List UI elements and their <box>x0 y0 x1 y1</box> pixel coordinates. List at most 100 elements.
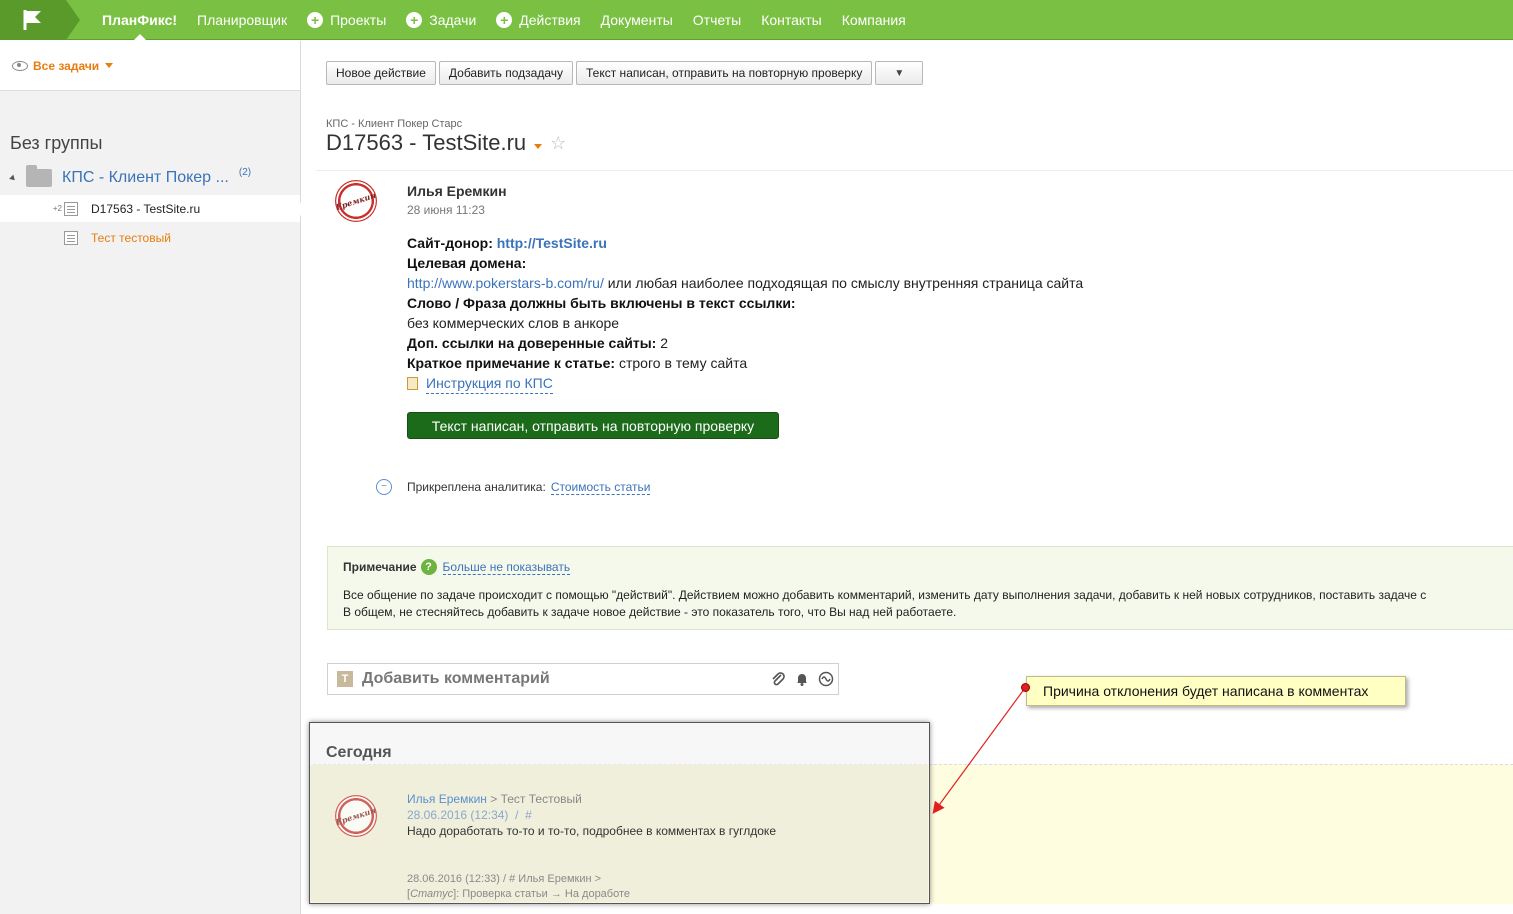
group-title: Без группы <box>10 133 103 153</box>
note-value: строго в тему сайта <box>615 355 748 371</box>
phrase-label: Слово / Фраза должны быть включены в тек… <box>407 295 796 311</box>
note-title: Примечание <box>343 560 417 574</box>
task-badge: +2 <box>52 204 62 213</box>
callout-note: Причина отклонения будет написана в комм… <box>1026 676 1406 706</box>
highlight-frame <box>309 722 930 904</box>
hint-note: Примечание ? Больше не показывать Все об… <box>327 546 1513 630</box>
logo-tail <box>66 0 80 40</box>
nav-item-1[interactable]: Планировщик <box>197 12 287 28</box>
send-recheck-button[interactable]: Текст написан, отправить на повторную пр… <box>576 61 873 85</box>
more-actions-dropdown[interactable]: ▼ <box>875 61 924 85</box>
nav-item-3[interactable]: + Задачи <box>406 12 476 28</box>
avatar[interactable]: Еремкин <box>335 180 377 222</box>
task-title-row: D17563 - TestSite.ru ☆ <box>326 130 566 156</box>
eye-icon <box>12 60 28 71</box>
add-subtask-button[interactable]: Добавить подзадачу <box>438 61 574 85</box>
target-label: Целевая домена: <box>407 255 527 271</box>
collapse-triangle-icon[interactable] <box>9 174 17 182</box>
status-change-header: 28.06.2016 (12:33) / # Илья Еремкин > <box>407 873 602 885</box>
nav-item-6[interactable]: Отчеты <box>693 12 741 28</box>
extra-label: Доп. ссылки на доверенные сайты: <box>407 335 657 351</box>
comment-text: Надо доработать то-то и то-то, подробнее… <box>407 824 776 838</box>
chevron-down-icon[interactable] <box>534 143 543 149</box>
comment-input[interactable]: T Добавить комментарий <box>327 663 839 695</box>
task-description: Сайт-донор: http://TestSite.ru Целевая д… <box>407 233 1083 394</box>
attached-analytics: ~ Прикреплена аналитика: Стоимость стать… <box>376 479 651 495</box>
task-icon <box>64 230 78 245</box>
chevron-down-icon <box>105 63 114 68</box>
arrow-separator: > <box>486 792 501 806</box>
status-change-text: : Проверка статьи → На доработе <box>456 888 631 900</box>
comment-recipient[interactable]: Тест Тестовый <box>501 792 582 806</box>
comment-permalink[interactable]: # <box>525 808 532 822</box>
avatar-text: Еремкин <box>334 189 378 213</box>
project-name[interactable]: КПС - Клиент Покер ... <box>62 169 229 187</box>
post-date: 28 июня 11:23 <box>407 203 485 217</box>
planfix-logo[interactable] <box>0 0 66 40</box>
nav-item-4[interactable]: + Действия <box>496 12 581 28</box>
note-line: Все общение по задаче происходит с помощ… <box>343 588 1427 602</box>
nav-item-7[interactable]: Контакты <box>761 12 821 28</box>
donor-label: Сайт-донор: <box>407 235 493 251</box>
comment-placeholder[interactable]: Добавить комментарий <box>362 670 766 688</box>
avatar[interactable]: Еремкин <box>335 795 377 837</box>
phrase-value: без коммерческих слов в анкоре <box>407 315 620 331</box>
nav-label: Задачи <box>429 12 477 28</box>
author-name: Илья Еремкин <box>407 183 507 199</box>
nav-item-5[interactable]: Документы <box>601 12 673 28</box>
project-item[interactable]: КПС - Клиент Покер ... (2) <box>0 163 300 193</box>
avatar-text: Еремкин <box>334 804 378 828</box>
nav-label: Документы <box>600 12 673 28</box>
main-nav: ПланФикс! Планировщик + Проекты + Задачи + Дейс… <box>92 0 926 40</box>
task-name[interactable]: Тест тестовый <box>91 231 171 245</box>
comment-date: 28.06.2016 (12:34) <box>407 808 509 822</box>
comment-author[interactable]: Илья Еремкин <box>407 792 487 806</box>
filter-dropdown[interactable]: Все задачи <box>0 41 300 91</box>
nav-label: Планировщик <box>197 12 288 28</box>
divider <box>316 170 1513 171</box>
breadcrumb[interactable]: КПС - Клиент Покер Старс <box>326 118 462 130</box>
filter-label: Все задачи <box>33 58 100 73</box>
callout-dot <box>1021 683 1030 692</box>
status-label: Статус <box>410 888 454 900</box>
analytics-label: Прикреплена аналитика: <box>407 480 546 494</box>
target-rest: или любая наиболее подходящая по смыслу … <box>603 275 1084 291</box>
note-header: Примечание ? Больше не показывать <box>343 559 571 575</box>
help-icon[interactable]: ? <box>420 559 437 575</box>
extra-value: 2 <box>656 335 669 351</box>
send-recheck-action-button[interactable]: Текст написан, отправить на повторную пр… <box>407 412 779 439</box>
analytics-link[interactable]: Стоимость статьи <box>550 480 651 495</box>
analytics-icon[interactable] <box>814 671 838 687</box>
task-item-test[interactable]: Тест тестовый <box>0 224 300 251</box>
nav-label: Отчеты <box>692 12 742 28</box>
comment-author-line: Илья Еремкин > Тест Тестовый <box>407 792 582 806</box>
analytics-icon: ~ <box>376 479 392 495</box>
page-title: D17563 - TestSite.ru <box>326 130 527 155</box>
plus-circle-icon: + <box>496 12 513 28</box>
bell-icon[interactable] <box>790 671 814 687</box>
nav-item-2[interactable]: + Проекты <box>307 12 386 28</box>
task-icon <box>64 201 78 216</box>
note-text: Все общение по задаче происходит с помощ… <box>343 587 1513 621</box>
comment-date-line: 28.06.2016 (12:34) / # <box>407 808 532 822</box>
nav-item-8[interactable]: Компания <box>842 12 906 28</box>
dont-show-again-link[interactable]: Больше не показывать <box>442 560 571 575</box>
top-nav-bar: ПланФикс! Планировщик + Проекты + Задачи + Дейс… <box>0 0 1513 40</box>
task-toolbar: Новое действие Добавить подзадачу Текст … <box>326 61 926 85</box>
plus-circle-icon: + <box>307 12 324 28</box>
project-count: (2) <box>238 166 252 178</box>
nav-label: Действия <box>519 12 581 28</box>
star-icon[interactable]: ☆ <box>550 133 566 154</box>
nav-label: Проекты <box>330 12 387 28</box>
nav-item-0[interactable]: ПланФикс! <box>102 12 177 40</box>
donor-link[interactable]: http://TestSite.ru <box>497 235 607 251</box>
paperclip-icon[interactable] <box>766 671 790 687</box>
instruction-link[interactable]: Инструкция по КПС <box>426 373 553 394</box>
task-name[interactable]: D17563 - TestSite.ru <box>91 202 200 216</box>
text-format-icon: T <box>337 671 353 687</box>
nav-label: Компания <box>841 12 906 28</box>
today-heading: Сегодня <box>326 744 392 761</box>
new-action-button[interactable]: Новое действие <box>326 61 436 85</box>
target-link[interactable]: http://www.pokerstars-b.com/ru/ <box>407 275 604 291</box>
task-item-d17563[interactable]: +2 D17563 - TestSite.ru <box>0 195 301 222</box>
